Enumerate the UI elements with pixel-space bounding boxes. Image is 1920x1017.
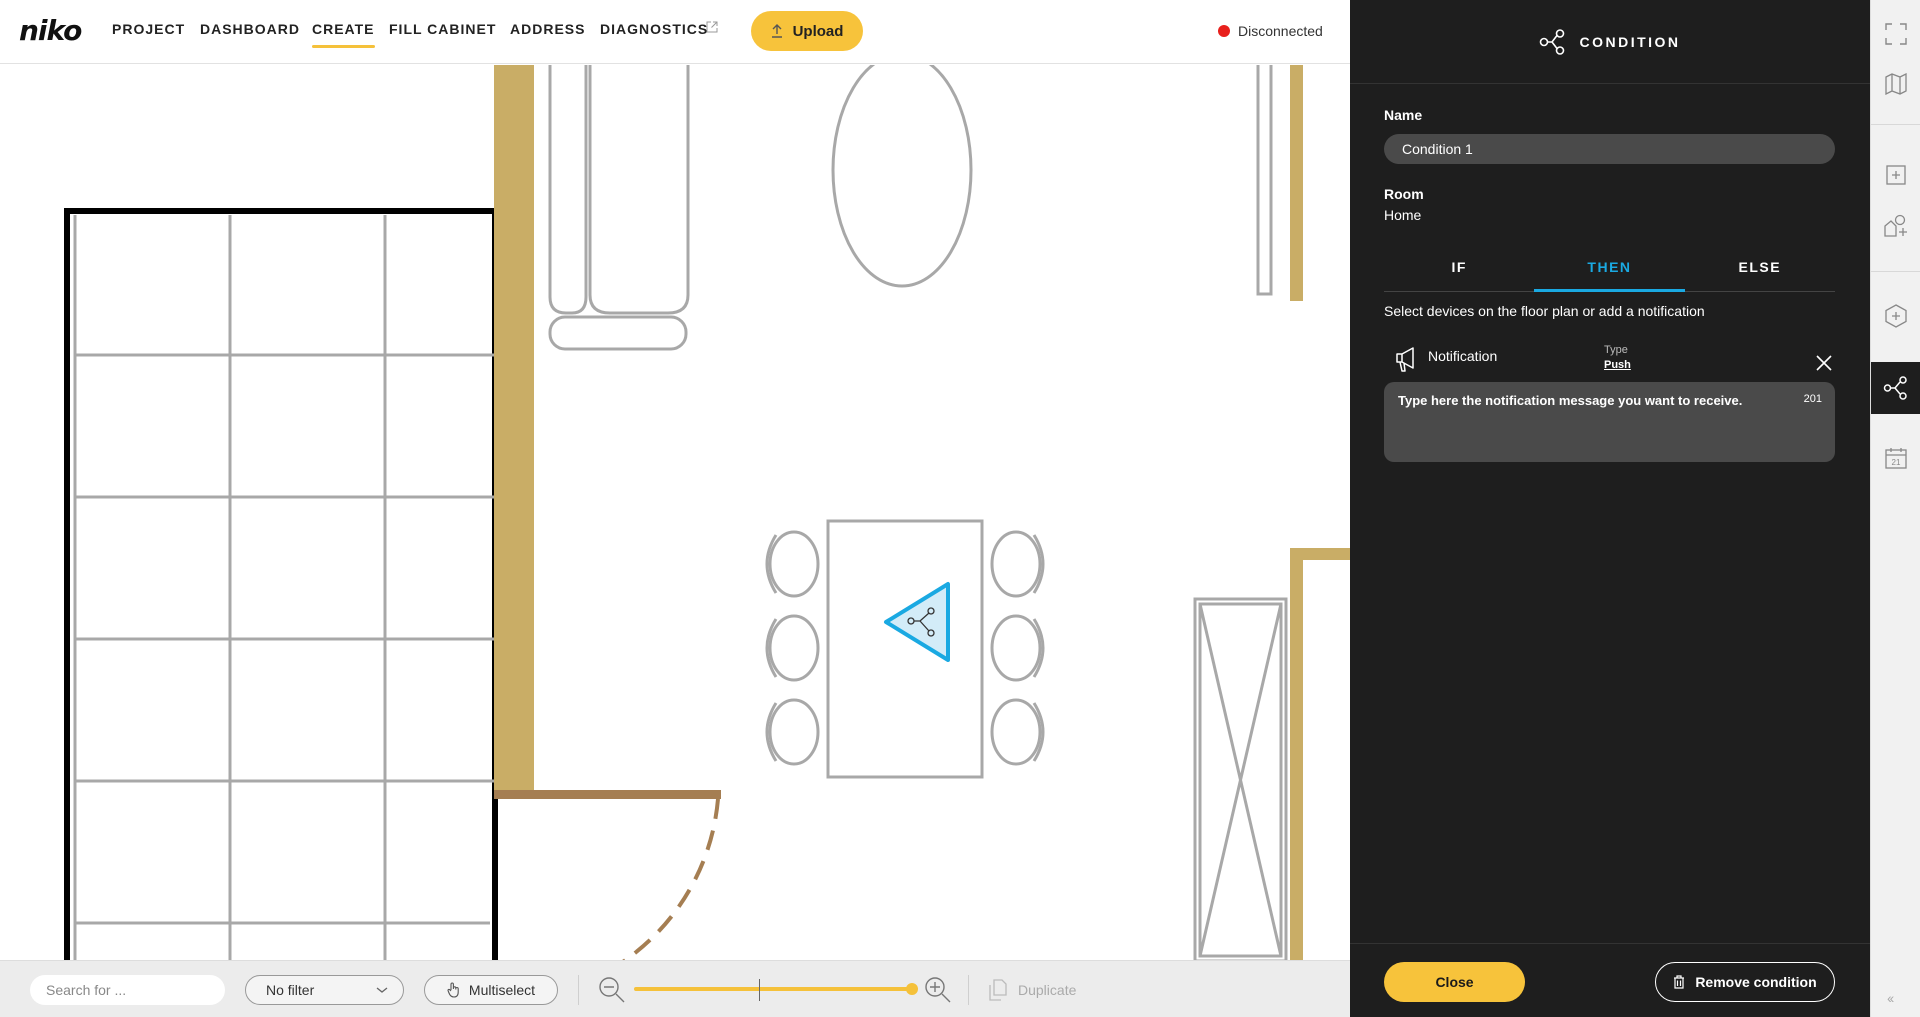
- condition-icon: [1540, 28, 1565, 55]
- zoom-slider-tick: [759, 979, 760, 1001]
- duplicate-label: Duplicate: [1018, 982, 1077, 998]
- upload-label: Upload: [792, 22, 844, 40]
- megaphone-icon: [1396, 347, 1414, 372]
- type-label: Type: [1604, 344, 1628, 356]
- notification-type-link[interactable]: Push: [1604, 359, 1631, 371]
- toolbar-divider: [1871, 271, 1920, 272]
- add-icon: [1886, 165, 1906, 185]
- tab-else[interactable]: ELSE: [1685, 252, 1835, 291]
- connection-status: Disconnected: [1218, 23, 1323, 39]
- duplicate-icon: [989, 979, 1007, 1001]
- panel-header: CONDITION: [1350, 0, 1870, 84]
- condition-tool-button[interactable]: [1871, 362, 1920, 414]
- bottom-toolbar: No filter Multiselect Dupl: [0, 960, 1350, 1017]
- tab-then[interactable]: THEN: [1534, 252, 1685, 292]
- filter-dropdown[interactable]: No filter: [245, 975, 404, 1005]
- panel-footer: Close Remove condition: [1350, 943, 1870, 1017]
- trash-icon: [1674, 975, 1685, 989]
- upload-icon: [771, 24, 782, 38]
- calendar-day: 21: [1892, 458, 1901, 467]
- map-button[interactable]: [1871, 60, 1920, 108]
- toolbar-divider: [968, 975, 969, 1005]
- niko-logo[interactable]: niko: [19, 14, 82, 47]
- side-toolbar: 21 ‹‹: [1870, 0, 1920, 1017]
- filter-label: No filter: [266, 982, 315, 998]
- add-button[interactable]: [1871, 151, 1920, 199]
- condition-tabs: IF THEN ELSE: [1384, 252, 1835, 292]
- floorplan-drawing[interactable]: [0, 65, 1350, 960]
- door: [494, 790, 721, 960]
- instruction-text: Select devices on the floor plan or add …: [1384, 303, 1705, 319]
- condition-icon: [1883, 376, 1907, 400]
- notification-message-text: Type here the notification message you w…: [1398, 393, 1743, 408]
- nav-create[interactable]: CREATE: [312, 21, 375, 48]
- condition-name-input[interactable]: [1384, 134, 1835, 164]
- wall-vertical: [494, 65, 534, 790]
- add-shape-icon: [1884, 214, 1907, 237]
- zoom-slider-track[interactable]: [634, 987, 914, 991]
- nav-project[interactable]: PROJECT: [112, 21, 185, 37]
- condition-marker[interactable]: [884, 582, 950, 662]
- wall-right-bottom: [1290, 548, 1303, 960]
- upload-button[interactable]: Upload: [751, 11, 863, 51]
- notification-label: Notification: [1428, 348, 1498, 364]
- map-icon: [1885, 73, 1907, 95]
- search-input[interactable]: [30, 975, 225, 1005]
- oval-rug: [831, 65, 973, 288]
- status-dot: [1218, 25, 1230, 37]
- top-navigation: niko PROJECT DASHBOARD CREATE FILL CABIN…: [0, 0, 1350, 64]
- zoom-out-icon[interactable]: [598, 976, 626, 1004]
- external-link-icon: [706, 21, 718, 33]
- status-label: Disconnected: [1238, 23, 1323, 39]
- sofa: [548, 65, 690, 351]
- multiselect-label: Multiselect: [468, 982, 536, 998]
- floorplan-canvas[interactable]: [0, 65, 1350, 960]
- close-button[interactable]: Close: [1384, 962, 1525, 1002]
- add-hexagon-icon: [1885, 304, 1907, 328]
- fullscreen-button[interactable]: [1871, 10, 1920, 58]
- toolbar-divider: [578, 975, 579, 1005]
- condition-panel: CONDITION Name Room Home IF THEN ELSE Se…: [1350, 0, 1870, 1017]
- character-count: 201: [1803, 393, 1822, 405]
- nav-diagnostics[interactable]: DIAGNOSTICS: [600, 21, 708, 37]
- panel-title: CONDITION: [1579, 33, 1681, 50]
- nav-fill-cabinet[interactable]: FILL CABINET: [389, 21, 496, 37]
- app-root: niko PROJECT DASHBOARD CREATE FILL CABIN…: [0, 0, 1920, 1017]
- nav-address[interactable]: ADDRESS: [510, 21, 585, 37]
- name-label: Name: [1384, 107, 1423, 123]
- dining-table: [765, 519, 1045, 779]
- wall-right-cap: [1290, 548, 1350, 560]
- calendar-button[interactable]: 21: [1871, 434, 1920, 482]
- notification-row: Notification Type Push: [1394, 344, 1835, 382]
- room-value: Home: [1384, 207, 1422, 223]
- toolbar-divider: [1871, 124, 1920, 125]
- hand-pointer-icon: [447, 982, 459, 998]
- wall-right-top: [1290, 65, 1303, 301]
- wardrobe: [1193, 597, 1288, 960]
- duplicate-button[interactable]: Duplicate: [988, 975, 1076, 1005]
- add-shape-button[interactable]: [1871, 202, 1920, 250]
- zoom-in-icon[interactable]: [924, 976, 952, 1004]
- room-label: Room: [1384, 186, 1424, 202]
- tab-if[interactable]: IF: [1384, 252, 1534, 291]
- close-icon[interactable]: [1815, 354, 1833, 372]
- add-hexagon-button[interactable]: [1871, 292, 1920, 340]
- remove-condition-button[interactable]: Remove condition: [1655, 962, 1835, 1002]
- notification-message-field[interactable]: Type here the notification message you w…: [1384, 382, 1835, 462]
- multiselect-button[interactable]: Multiselect: [424, 975, 558, 1005]
- chevron-down-icon: [376, 987, 388, 993]
- tile-grid: [64, 205, 498, 960]
- zoom-slider-thumb[interactable]: [906, 983, 918, 995]
- expand-icon: [1885, 23, 1907, 45]
- nav-dashboard[interactable]: DASHBOARD: [200, 21, 300, 37]
- remove-condition-label: Remove condition: [1695, 974, 1817, 990]
- calendar-icon: 21: [1885, 448, 1907, 469]
- collapse-toolbar-icon[interactable]: ‹‹: [1887, 990, 1894, 1006]
- cabinet: [1256, 65, 1273, 296]
